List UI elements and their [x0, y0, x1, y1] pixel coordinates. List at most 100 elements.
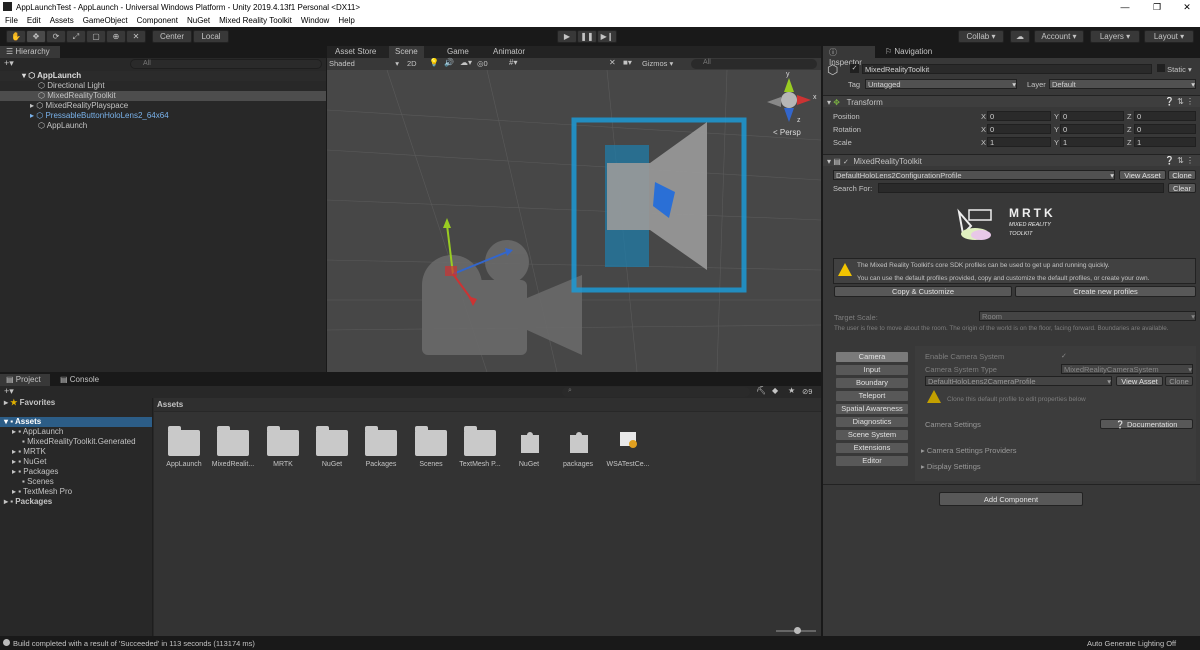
- camera-view-asset-button[interactable]: View Asset: [1116, 376, 1163, 386]
- search-for-input[interactable]: [878, 183, 1164, 193]
- camera-type-dropdown[interactable]: MixedRealityCameraSystem ▾: [1061, 364, 1193, 374]
- tree-item-scenes[interactable]: ▪ Scenes: [0, 477, 152, 487]
- rotate-tool-icon[interactable]: ⟳: [46, 30, 66, 43]
- scene-viewport[interactable]: y x z < Persp: [327, 70, 821, 372]
- camera-profile-dropdown[interactable]: DefaultHoloLens2CameraProfile ▾: [925, 376, 1112, 386]
- position-y[interactable]: 0: [1060, 111, 1124, 121]
- tab-game[interactable]: Game: [441, 46, 475, 58]
- hidden-packages-toggle[interactable]: ⊘9: [802, 387, 812, 396]
- scene-root-row[interactable]: ▾ ⬡ AppLaunch: [0, 71, 326, 81]
- tree-item-nuget[interactable]: ▸ ▪ NuGet: [0, 457, 152, 467]
- hierarchy-search[interactable]: All: [130, 59, 322, 69]
- filter-label-icon[interactable]: ◆: [772, 386, 778, 395]
- transform-menu-icon[interactable]: ❔ ⇅ ⋮: [1165, 97, 1194, 106]
- category-spatial-awareness[interactable]: Spatial Awareness: [836, 404, 908, 414]
- transform-tool-icon[interactable]: ⊕: [106, 30, 126, 43]
- minimize-icon[interactable]: —: [1110, 0, 1140, 14]
- puzzle-icon[interactable]: [567, 427, 591, 455]
- favorites-item[interactable]: ▸ ★ Favorites: [0, 398, 152, 408]
- perspective-label[interactable]: < Persp: [773, 128, 801, 137]
- folder-icon[interactable]: [365, 426, 397, 456]
- category-editor[interactable]: Editor: [836, 456, 908, 466]
- hierarchy-item-light[interactable]: ⬡ Directional Light: [0, 81, 326, 91]
- tab-animator[interactable]: Animator: [487, 46, 531, 58]
- menu-window[interactable]: Window: [296, 14, 333, 25]
- hidden-objects-toggle[interactable]: ◎0: [477, 59, 488, 68]
- shading-dropdown[interactable]: Shaded ▾: [329, 59, 399, 68]
- component-menu-icon[interactable]: ❔ ⇅ ⋮: [1165, 156, 1194, 165]
- menu-help[interactable]: Help: [333, 14, 358, 25]
- position-x[interactable]: 0: [987, 111, 1051, 121]
- camera-icon[interactable]: ■▾: [623, 58, 632, 67]
- tree-item-mrtk[interactable]: ▸ ▪ MRTK: [0, 447, 152, 457]
- folder-icon[interactable]: [267, 426, 299, 456]
- object-name-field[interactable]: MixedRealityToolkit: [862, 64, 1152, 74]
- tree-item-generated[interactable]: ▪ MixedRealityToolkit.Generated: [0, 437, 152, 447]
- scale-x[interactable]: 1: [987, 137, 1051, 147]
- create-profiles-button[interactable]: Create new profiles: [1015, 286, 1196, 297]
- target-scale-dropdown[interactable]: Room ▾: [979, 311, 1196, 321]
- active-checkbox[interactable]: ✓: [850, 64, 859, 73]
- tab-inspector[interactable]: ⓘ Inspector: [823, 46, 875, 67]
- hierarchy-item-button[interactable]: ▸ ⬡ PressableButtonHoloLens2_64x64: [0, 111, 326, 121]
- tab-project[interactable]: ▤ Project: [0, 374, 50, 386]
- category-scene-system[interactable]: Scene System: [836, 430, 908, 440]
- tag-dropdown[interactable]: Untagged ▾: [865, 79, 1017, 89]
- hierarchy-item-toolkit[interactable]: ⬡ MixedRealityToolkit: [0, 91, 326, 101]
- folder-icon[interactable]: [316, 426, 348, 456]
- rotation-y[interactable]: 0: [1060, 124, 1124, 134]
- menu-file[interactable]: File: [0, 14, 22, 25]
- scale-y[interactable]: 1: [1060, 137, 1124, 147]
- camera-providers-foldout[interactable]: ▸ Camera Settings Providers: [921, 446, 1016, 455]
- lighting-icon[interactable]: 💡: [429, 58, 439, 67]
- tab-scene[interactable]: Scene: [389, 46, 424, 58]
- clone-button[interactable]: Clone: [1168, 170, 1196, 180]
- filter-type-icon[interactable]: ⛏: [756, 386, 766, 395]
- category-extensions[interactable]: Extensions: [836, 443, 908, 453]
- pause-icon[interactable]: ❚❚: [577, 30, 597, 43]
- folder-icon[interactable]: [415, 426, 447, 456]
- documentation-button[interactable]: ❔ Documentation: [1100, 419, 1193, 429]
- hierarchy-item-applaunch[interactable]: ⬡ AppLaunch: [0, 121, 326, 131]
- menu-component[interactable]: Component: [132, 14, 182, 25]
- add-object-icon[interactable]: +▾: [4, 58, 14, 69]
- tree-item-textmeshpro[interactable]: ▸ ▪ TextMesh Pro: [0, 487, 152, 497]
- rotation-z[interactable]: 0: [1134, 124, 1196, 134]
- favorite-icon[interactable]: ★: [788, 386, 795, 395]
- add-component-button[interactable]: Add Component: [939, 492, 1083, 506]
- camera-clone-button[interactable]: Clone: [1165, 376, 1193, 386]
- move-tool-icon[interactable]: ✥: [26, 30, 46, 43]
- grid-icon[interactable]: #▾: [509, 58, 517, 67]
- tree-item-packages[interactable]: ▸ ▪ Packages: [0, 467, 152, 477]
- mrtk-component-header[interactable]: ▾ ▤ ✓ MixedRealityToolkit ❔ ⇅ ⋮: [823, 154, 1200, 166]
- menu-edit[interactable]: Edit: [22, 14, 45, 25]
- hierarchy-item-playspace[interactable]: ▸ ⬡ MixedRealityPlayspace: [0, 101, 326, 111]
- tree-item-packages-root[interactable]: ▸ ▪ Packages: [0, 497, 152, 507]
- tab-asset-store[interactable]: Asset Store: [329, 46, 382, 58]
- effects-icon[interactable]: ☁▾: [460, 58, 472, 67]
- category-camera[interactable]: Camera: [836, 352, 908, 362]
- category-boundary[interactable]: Boundary: [836, 378, 908, 388]
- hand-tool-icon[interactable]: ✋: [6, 30, 26, 43]
- position-z[interactable]: 0: [1134, 111, 1196, 121]
- category-diagnostics[interactable]: Diagnostics: [836, 417, 908, 427]
- rotation-x[interactable]: 0: [987, 124, 1051, 134]
- copy-customize-button[interactable]: Copy & Customize: [834, 286, 1012, 297]
- tree-item-assets[interactable]: ▾ ▪ Assets: [0, 417, 152, 427]
- rect-tool-icon[interactable]: ▢: [86, 30, 106, 43]
- menu-assets[interactable]: Assets: [45, 14, 78, 25]
- certificate-icon[interactable]: [618, 429, 640, 451]
- layer-dropdown[interactable]: Default ▾: [1049, 79, 1196, 89]
- tab-console[interactable]: ▤ Console: [54, 374, 105, 386]
- scale-tool-icon[interactable]: ⤢: [66, 30, 86, 43]
- folder-icon[interactable]: [464, 426, 496, 456]
- mode-2d-toggle[interactable]: 2D: [407, 59, 417, 68]
- folder-icon[interactable]: [168, 426, 200, 456]
- transform-header[interactable]: ▾ ✥ Transform ❔ ⇅ ⋮: [823, 95, 1200, 107]
- layers-button[interactable]: Layers ▾: [1090, 30, 1140, 43]
- layout-button[interactable]: Layout ▾: [1144, 30, 1194, 43]
- menu-mrtk[interactable]: Mixed Reality Toolkit: [214, 14, 296, 25]
- display-settings-foldout[interactable]: ▸ Display Settings: [921, 462, 981, 471]
- pivot-local-button[interactable]: Local: [193, 30, 229, 43]
- profile-dropdown[interactable]: DefaultHoloLens2ConfigurationProfile ▾: [833, 170, 1115, 180]
